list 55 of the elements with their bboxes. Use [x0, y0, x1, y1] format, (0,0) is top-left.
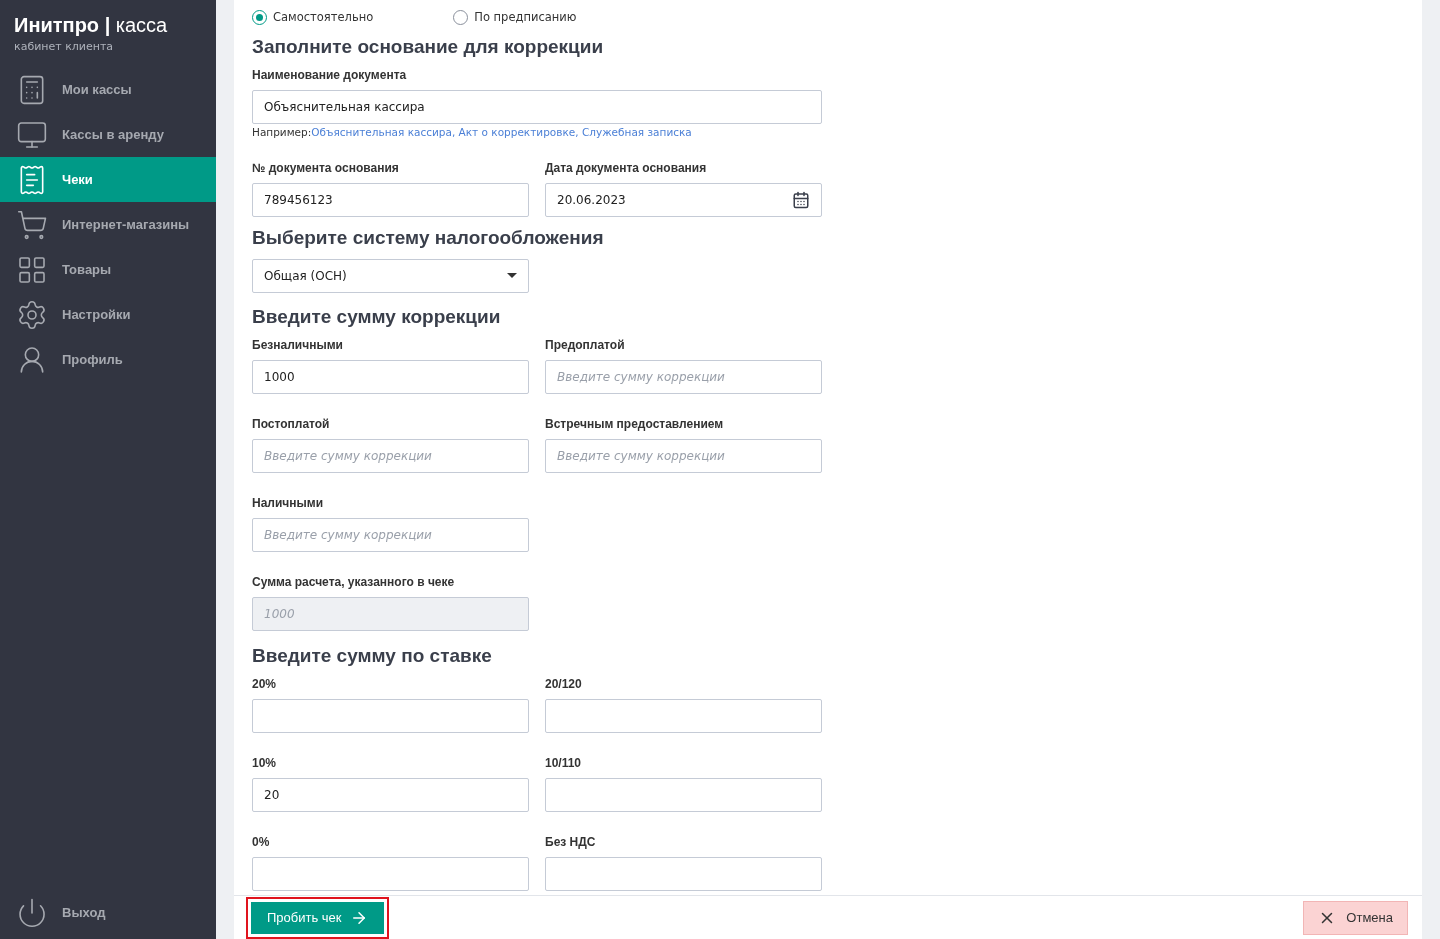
sidebar-item[interactable]: Мои кассы [0, 67, 216, 112]
date-field[interactable]: 20.06.2023 [545, 182, 822, 217]
settings-icon [16, 298, 48, 331]
section-heading: Заполните основание для коррекции [252, 35, 605, 59]
input-field[interactable]: Объяснительная кассира [252, 89, 822, 124]
field-label: 20% [252, 677, 278, 691]
field-label: № документа основания [252, 160, 400, 175]
field-label: Дата документа основания [545, 160, 708, 175]
brand-logo: Инитпро | касса [14, 14, 169, 37]
input-field[interactable] [252, 857, 529, 891]
input-field[interactable]: 789456123 [252, 182, 529, 217]
power-icon [16, 896, 48, 929]
section-heading: Введите сумму по ставке [252, 644, 493, 669]
submit-button[interactable]: Пробить чек [251, 901, 384, 934]
field-label: Без НДС [545, 835, 597, 849]
cancel-button[interactable]: Отмена [1303, 900, 1408, 935]
input-field[interactable]: 20 [252, 778, 529, 812]
caret-icon [507, 273, 517, 279]
field-label: Безналичными [252, 338, 344, 353]
section-heading: Введите сумму коррекции [252, 305, 502, 330]
radio-option[interactable]: Самостоятельно [252, 9, 374, 25]
input-field[interactable] [545, 778, 822, 812]
field-label: Наименование документа [252, 67, 408, 82]
input-field[interactable] [252, 699, 529, 733]
calendar-icon[interactable] [792, 190, 810, 209]
field-label: 10% [252, 756, 278, 770]
brand-subtitle: кабинет клиента [14, 40, 115, 53]
input-field[interactable]: Введите сумму коррекции [545, 439, 822, 474]
field-label: 10/110 [545, 756, 583, 770]
logout-link[interactable]: Выход [0, 890, 216, 935]
section-heading: Выберите систему налогообложения [252, 225, 605, 250]
field-label: Постоплатой [252, 417, 331, 432]
sidebar-item[interactable]: Профиль [0, 337, 216, 382]
sidebar-item[interactable]: Товары [0, 247, 216, 292]
field-label: 20/120 [545, 677, 583, 691]
tax-system-dropdown[interactable]: Общая (ОСН) [252, 258, 529, 293]
input-field[interactable]: 1000 [252, 360, 529, 395]
example-link[interactable]: Объяснительная кассира, Акт о корректировке, Служебная записка [311, 125, 692, 138]
field-label: Встречным предоставлением [545, 417, 725, 432]
input-field[interactable]: Введите сумму коррекции [252, 518, 529, 553]
sidebar-item[interactable]: Чеки [0, 157, 216, 202]
radio-option[interactable]: По предписанию [453, 9, 577, 25]
sidebar-item[interactable]: Настройки [0, 292, 216, 337]
input-field[interactable]: Введите сумму коррекции [252, 439, 529, 474]
hint-text: Например:Объяснительная кассира, Акт о корректировке, Служебная записка [252, 125, 693, 138]
field-label: 0% [252, 835, 271, 849]
cart-icon [16, 208, 48, 241]
input-field[interactable] [545, 699, 822, 733]
sidebar-item[interactable]: Кассы в аренду [0, 112, 216, 157]
field-label: Сумма расчета, указанного в чеке [252, 575, 456, 590]
sidebar-item[interactable]: Интернет-магазины [0, 202, 216, 247]
field-label: Предоплатой [545, 338, 626, 353]
input-field[interactable] [545, 857, 822, 891]
input-field[interactable]: Введите сумму коррекции [545, 360, 822, 395]
field-label: Наличными [252, 496, 325, 511]
